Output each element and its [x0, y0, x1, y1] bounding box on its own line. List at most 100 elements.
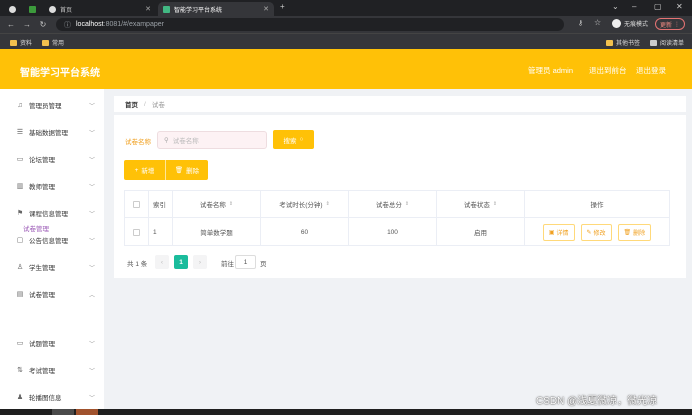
cell-index: 1 — [149, 218, 173, 246]
detail-label: 详情 — [556, 230, 569, 237]
page-button-current[interactable]: 1 — [174, 255, 188, 269]
search-icon: ⚲ — [164, 137, 169, 144]
breadcrumb-home[interactable]: 首页 — [125, 99, 138, 109]
front-link[interactable]: 退出到前台 — [589, 65, 627, 76]
reload-icon[interactable]: ↻ — [38, 20, 48, 29]
delete-button[interactable]: 🗑 删除 — [166, 160, 208, 180]
incognito-indicator[interactable]: 无痕模式 — [612, 19, 648, 28]
logout-link[interactable]: 退出登录 — [636, 65, 666, 76]
message-icon: ▢ — [16, 237, 24, 244]
sidebar-item[interactable]: ♫ 管理员管理 ﹀ — [0, 98, 104, 112]
chevron-down-icon: ﹀ — [88, 238, 95, 245]
taskbar-item[interactable] — [76, 409, 98, 415]
select-all-cell — [125, 191, 149, 217]
flag-icon: ⚑ — [16, 210, 24, 217]
goto-suffix: 页 — [260, 261, 267, 268]
close-window-icon[interactable]: ✕ — [676, 2, 683, 11]
column-header-index: 索引 — [149, 191, 173, 217]
chevron-down-icon: ﹀ — [88, 265, 95, 272]
sidebar-item-label: 基础数据管理 — [29, 130, 68, 137]
user-label: 管理员 admin — [528, 66, 574, 75]
sort-icon[interactable]: ⇕ — [229, 201, 233, 207]
chevron-down-icon: ﹀ — [88, 130, 95, 137]
delete-button-label: 删除 — [186, 168, 200, 175]
browser-tab-active[interactable]: 智能学习平台系统 ✕ — [158, 2, 274, 16]
pagination: 共 1 条 ‹ 1 › 前往 1 页 — [127, 255, 427, 269]
sidebar-item[interactable]: ▤ 试卷管理 ︿ — [0, 287, 104, 301]
reading-list-icon — [650, 39, 657, 46]
next-page-button[interactable]: › — [193, 255, 207, 269]
row-checkbox[interactable] — [133, 228, 140, 236]
chevron-down-icon: ﹀ — [88, 211, 95, 218]
plus-icon: + — [134, 166, 139, 174]
column-header-actions: 操作 — [525, 191, 669, 217]
browser-tab-pinned-2[interactable] — [24, 2, 36, 16]
column-header-score[interactable]: 试卷总分 ⇕ — [349, 191, 437, 217]
add-button[interactable]: + 新增 — [124, 160, 166, 180]
edit-button[interactable]: ✎ 修改 — [580, 223, 612, 241]
chevron-up-icon: ︿ — [88, 292, 95, 299]
sidebar-item[interactable]: ♙ 学生管理 ﹀ — [0, 260, 104, 274]
sidebar-item-label: 轮播图信息 — [29, 395, 62, 402]
folder-icon — [10, 39, 17, 46]
close-icon[interactable]: ✕ — [145, 5, 151, 13]
browser-tab-home[interactable]: 首页 ✕ — [44, 2, 156, 16]
bookmark-folder[interactable]: 常用 — [42, 38, 64, 47]
prev-page-button[interactable]: ‹ — [155, 255, 169, 269]
tab-search-icon[interactable]: ⌄ — [612, 2, 619, 11]
sort-icon[interactable]: ⇕ — [405, 201, 409, 207]
bookmark-folder-other[interactable]: 其他书签 — [606, 38, 640, 47]
browser-tab-pinned[interactable] — [4, 2, 26, 16]
sidebar-item[interactable]: ⚑ 课程信息管理 ﹀ — [0, 206, 104, 220]
back-icon[interactable]: ← — [6, 20, 16, 29]
sidebar-item[interactable]: ▥ 教师管理 ﹀ — [0, 179, 104, 193]
column-header-status[interactable]: 试卷状态 ⇕ — [437, 191, 525, 217]
sidebar-item-label: 论坛管理 — [29, 157, 55, 164]
reading-list[interactable]: 阅读清单 — [650, 38, 684, 47]
key-icon[interactable]: ⚷ — [578, 19, 583, 27]
minimize-icon[interactable]: – — [632, 2, 636, 11]
monitor-icon: ▭ — [16, 340, 24, 347]
sidebar-subitem-exampaper[interactable]: 试卷管理 — [23, 223, 49, 233]
more-icon: ⋮ — [674, 21, 681, 28]
search-icon: ○ — [299, 136, 304, 143]
info-icon: ⓘ — [64, 21, 71, 29]
sidebar-item-label: 公告信息管理 — [29, 238, 68, 245]
column-header-name[interactable]: 试卷名称 ⇕ — [173, 191, 261, 217]
close-icon[interactable]: ✕ — [263, 5, 269, 13]
new-tab-icon[interactable]: + — [280, 2, 285, 11]
sidebar-item[interactable]: ♟ 轮播图信息 ﹀ — [0, 390, 104, 404]
forward-icon[interactable]: → — [22, 20, 32, 29]
sidebar-item[interactable]: ▭ 试题管理 ﹀ — [0, 336, 104, 350]
maximize-icon[interactable]: ▢ — [654, 2, 662, 11]
sidebar-item[interactable]: ▭ 论坛管理 ﹀ — [0, 152, 104, 166]
bookmark-label: 常用 — [52, 41, 65, 47]
taskbar-item[interactable] — [52, 409, 74, 415]
update-button[interactable]: 更新 ⋮ — [655, 18, 686, 30]
sidebar-item[interactable]: ⇅ 考试管理 ﹀ — [0, 363, 104, 377]
sidebar-item[interactable]: ☰ 基础数据管理 ﹀ — [0, 125, 104, 139]
sort-icon[interactable]: ⇕ — [326, 201, 330, 207]
star-icon[interactable]: ☆ — [594, 18, 601, 27]
globe-icon — [49, 5, 56, 13]
search-button[interactable]: 搜索 ○ — [273, 130, 314, 149]
chevron-down-icon: ﹀ — [88, 395, 95, 402]
select-all-checkbox[interactable] — [133, 200, 140, 208]
sidebar-item[interactable]: ▢ 公告信息管理 ﹀ — [0, 233, 104, 247]
goto-page-input[interactable]: 1 — [235, 255, 256, 269]
person-icon: ♟ — [16, 394, 24, 401]
bookmark-folder[interactable]: 资料 — [10, 38, 32, 47]
detail-icon: ▣ — [548, 229, 555, 236]
detail-button[interactable]: ▣ 详情 — [542, 223, 575, 241]
exampaper-table: 索引 试卷名称 ⇕ 考试时长(分钟) ⇕ 试卷总分 ⇕ 试卷状态 ⇕ 操作 1 … — [124, 190, 670, 246]
browser-tab-bar: 首页 ✕ 智能学习平台系统 ✕ + ⌄ – ▢ ✕ — [0, 0, 692, 16]
sort-icon[interactable]: ⇕ — [493, 201, 497, 207]
search-input[interactable]: ⚲ 试卷名称 — [157, 131, 267, 149]
column-header-duration[interactable]: 考试时长(分钟) ⇕ — [261, 191, 349, 217]
row-delete-label: 删除 — [633, 230, 646, 237]
user-icon: ♙ — [16, 264, 24, 271]
edit-label: 修改 — [593, 230, 606, 237]
bookmark-label: 阅读清单 — [660, 41, 685, 47]
url-input[interactable]: ⓘ localhost :8081/#/exampaper — [56, 18, 564, 31]
row-delete-button[interactable]: 🗑 删除 — [617, 223, 652, 241]
